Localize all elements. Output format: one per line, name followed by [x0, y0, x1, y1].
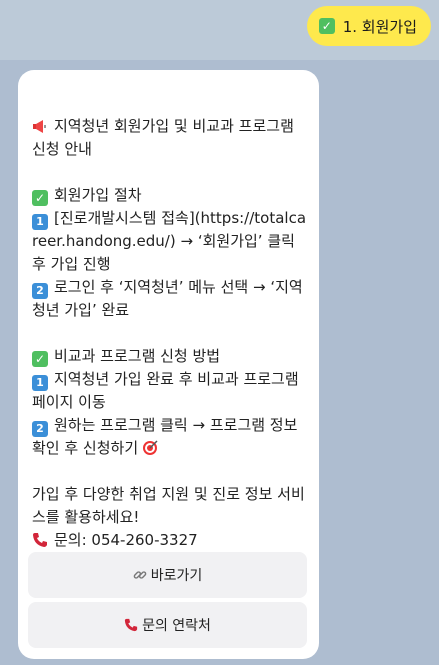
- user-message-bubble: ✓ 1. 회원가입: [306, 6, 431, 46]
- bot-message-card: 지역청년 회원가입 및 비교과 프로그램 신청 안내 ✓ 회원가입 절차 1 [진로…: [18, 70, 319, 659]
- target-icon: [143, 440, 158, 455]
- program-step-2: 2 원하는 프로그램 클릭 → 프로그램 정보 확인 후 신청하기: [32, 414, 308, 460]
- check-icon: ✓: [32, 351, 48, 367]
- signup-heading-line: ✓ 회원가입 절차: [32, 184, 308, 207]
- number-1-icon: 1: [32, 213, 48, 230]
- number-2-icon: 2: [32, 420, 48, 437]
- title-line: 지역청년 회원가입 및 비교과 프로그램 신청 안내: [32, 115, 308, 161]
- closing-text: 가입 후 다양한 취업 지원 및 진로 정보 서비스를 활용하세요!: [32, 485, 305, 526]
- signup-step-2: 2 로그인 후 ‘지역청년’ 메뉴 선택 → ‘지역청년 가입’ 완료: [32, 276, 308, 322]
- check-icon: ✓: [32, 190, 48, 206]
- signup-heading: 회원가입 절차: [54, 186, 142, 204]
- contact-button[interactable]: 문의 연락처: [28, 602, 307, 648]
- user-message-text: 1. 회원가입: [342, 17, 417, 36]
- program-step-1-text: 지역청년 가입 완료 후 비교과 프로그램 페이지 이동: [32, 370, 299, 411]
- program-heading: 비교과 프로그램 신청 방법: [54, 347, 221, 365]
- closing-line: 가입 후 다양한 취업 지원 및 진로 정보 서비스를 활용하세요!: [32, 483, 308, 529]
- signup-step-1-text: [진로개발시스템 접속](https://totalcareer.handong…: [32, 209, 307, 273]
- link-icon: [133, 571, 147, 579]
- contact-button-label: 문의 연락처: [142, 618, 211, 634]
- signup-step-1: 1 [진로개발시스템 접속](https://totalcareer.handon…: [32, 207, 308, 276]
- shortcut-button[interactable]: 바로가기: [28, 552, 307, 598]
- bot-message-body: 지역청년 회원가입 및 비교과 프로그램 신청 안내 ✓ 회원가입 절차 1 [진로…: [32, 92, 308, 552]
- number-1-icon: 1: [32, 374, 48, 391]
- program-step-2-text: 원하는 프로그램 클릭 → 프로그램 정보 확인 후 신청하기: [32, 416, 298, 457]
- phone-icon: [124, 618, 138, 632]
- contact-line: 문의: 054-260-3327: [32, 529, 308, 552]
- number-2-icon: 2: [32, 282, 48, 299]
- title-text: 지역청년 회원가입 및 비교과 프로그램 신청 안내: [32, 117, 294, 158]
- phone-icon: [33, 533, 47, 547]
- check-icon: ✓: [318, 18, 335, 34]
- program-heading-line: ✓ 비교과 프로그램 신청 방법: [32, 345, 308, 368]
- megaphone-icon: [33, 120, 46, 133]
- contact-text: 문의: 054-260-3327: [54, 531, 198, 549]
- signup-step-2-text: 로그인 후 ‘지역청년’ 메뉴 선택 → ‘지역청년 가입’ 완료: [32, 278, 303, 319]
- program-step-1: 1 지역청년 가입 완료 후 비교과 프로그램 페이지 이동: [32, 368, 308, 414]
- shortcut-button-label: 바로가기: [150, 568, 203, 584]
